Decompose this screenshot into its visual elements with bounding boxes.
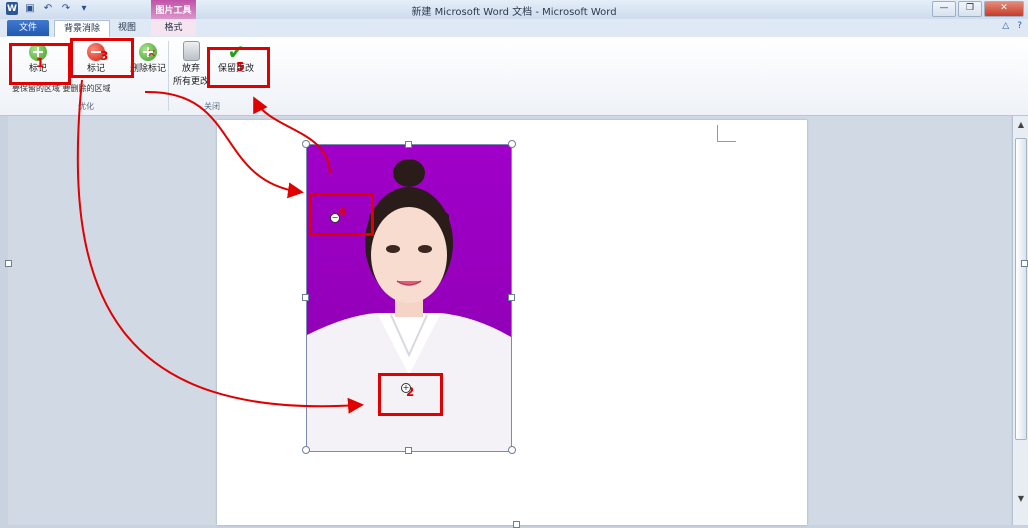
annotation-arrows: [76, 79, 364, 414]
annotation-number-1: 1: [36, 56, 45, 70]
remove-mark-icon[interactable]: −: [330, 213, 340, 223]
annotation-number-3: 3: [100, 49, 109, 63]
keep-mark-icon[interactable]: +: [401, 383, 411, 393]
annotation-number-5: 5: [236, 60, 245, 74]
